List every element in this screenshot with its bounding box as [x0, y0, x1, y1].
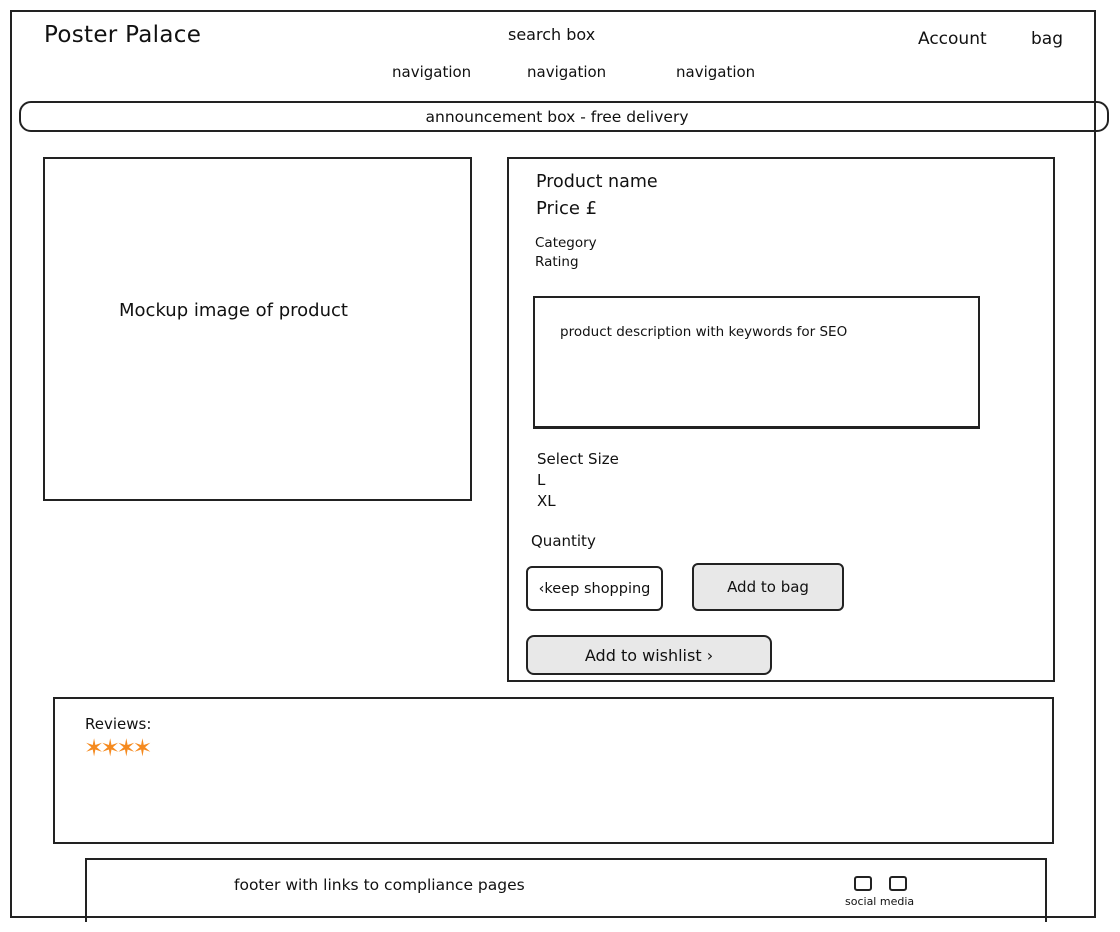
size-option-l[interactable]: L — [537, 471, 545, 489]
add-to-bag-label: Add to bag — [727, 578, 809, 596]
reviews-section — [53, 697, 1054, 844]
product-rating: Rating — [535, 254, 579, 270]
product-image — [43, 157, 472, 501]
site-logo[interactable]: Poster Palace — [44, 22, 201, 48]
product-category: Category — [535, 235, 597, 251]
account-link[interactable]: Account — [918, 29, 987, 49]
social-media-label: social media — [845, 895, 915, 908]
search-input[interactable]: search box — [508, 25, 595, 44]
star-rating-icon: ✶✶✶✶ — [84, 734, 152, 762]
social-icon-1[interactable] — [854, 876, 872, 891]
announcement-box: announcement box - free delivery — [19, 101, 1109, 132]
size-option-xl[interactable]: XL — [537, 492, 556, 510]
footer-links-text[interactable]: footer with links to compliance pages — [234, 876, 525, 894]
product-price: Price £ — [536, 198, 598, 219]
product-description-box — [533, 296, 980, 429]
social-icon-2[interactable] — [889, 876, 907, 891]
announcement-text: announcement box - free delivery — [425, 107, 689, 126]
add-to-bag-button[interactable]: Add to bag — [692, 563, 844, 611]
reviews-label: Reviews: — [85, 715, 152, 733]
product-image-label: Mockup image of product — [119, 300, 348, 321]
nav-link-1[interactable]: navigation — [392, 63, 471, 81]
nav-link-3[interactable]: navigation — [676, 63, 755, 81]
add-to-wishlist-button[interactable]: Add to wishlist › — [526, 635, 772, 675]
bag-link[interactable]: bag — [1031, 29, 1063, 49]
add-to-wishlist-label: Add to wishlist › — [584, 645, 714, 665]
size-select-label: Select Size — [537, 450, 619, 468]
product-description: product description with keywords for SE… — [560, 324, 848, 340]
keep-shopping-label: ‹keep shopping — [538, 580, 651, 597]
keep-shopping-button[interactable]: ‹keep shopping — [526, 566, 663, 611]
product-name: Product name — [536, 172, 658, 192]
nav-link-2[interactable]: navigation — [527, 63, 606, 81]
quantity-label: Quantity — [531, 532, 596, 550]
